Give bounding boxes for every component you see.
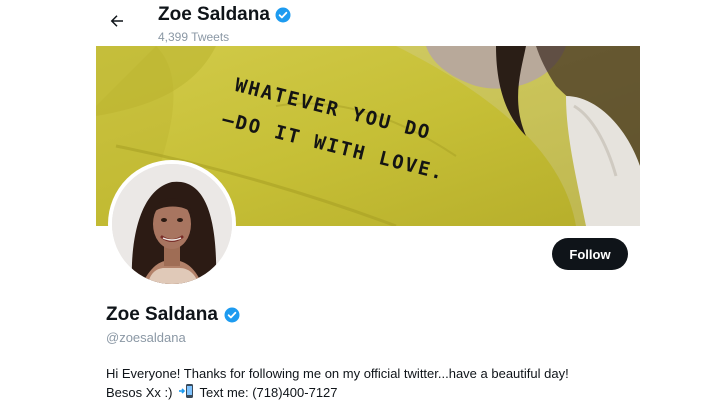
avatar[interactable] [108,160,236,288]
tweet-count: 4,399 Tweets [158,30,230,44]
profile-handle: @zoesaldana [106,330,186,345]
bio-line-1: Hi Everyone! Thanks for following me on … [106,366,569,381]
mobile-phone-icon [179,384,194,398]
profile-bio: Hi Everyone! Thanks for following me on … [106,365,666,402]
verified-badge-icon [275,7,291,23]
avatar-image [112,164,232,284]
back-button[interactable] [104,8,130,34]
verified-badge-icon[interactable] [223,306,241,324]
header-name: Zoe Saldana [158,4,270,25]
profile-name: Zoe Saldana [106,304,218,325]
bio-line-2: Besos Xx :) Text me: (718)400-7127 [106,383,666,402]
top-bar: Zoe Saldana 4,399 Tweets [0,0,720,46]
bio-signoff: Besos Xx :) [106,385,173,400]
follow-button[interactable]: Follow [552,238,628,270]
bio-phone-text: Text me: (718)400-7127 [199,385,338,400]
arrow-left-icon [110,15,123,27]
header-title-block: Zoe Saldana 4,399 Tweets [158,4,292,44]
profile-info: Zoe Saldana @zoesaldana Hi Everyone! Tha… [106,304,666,402]
